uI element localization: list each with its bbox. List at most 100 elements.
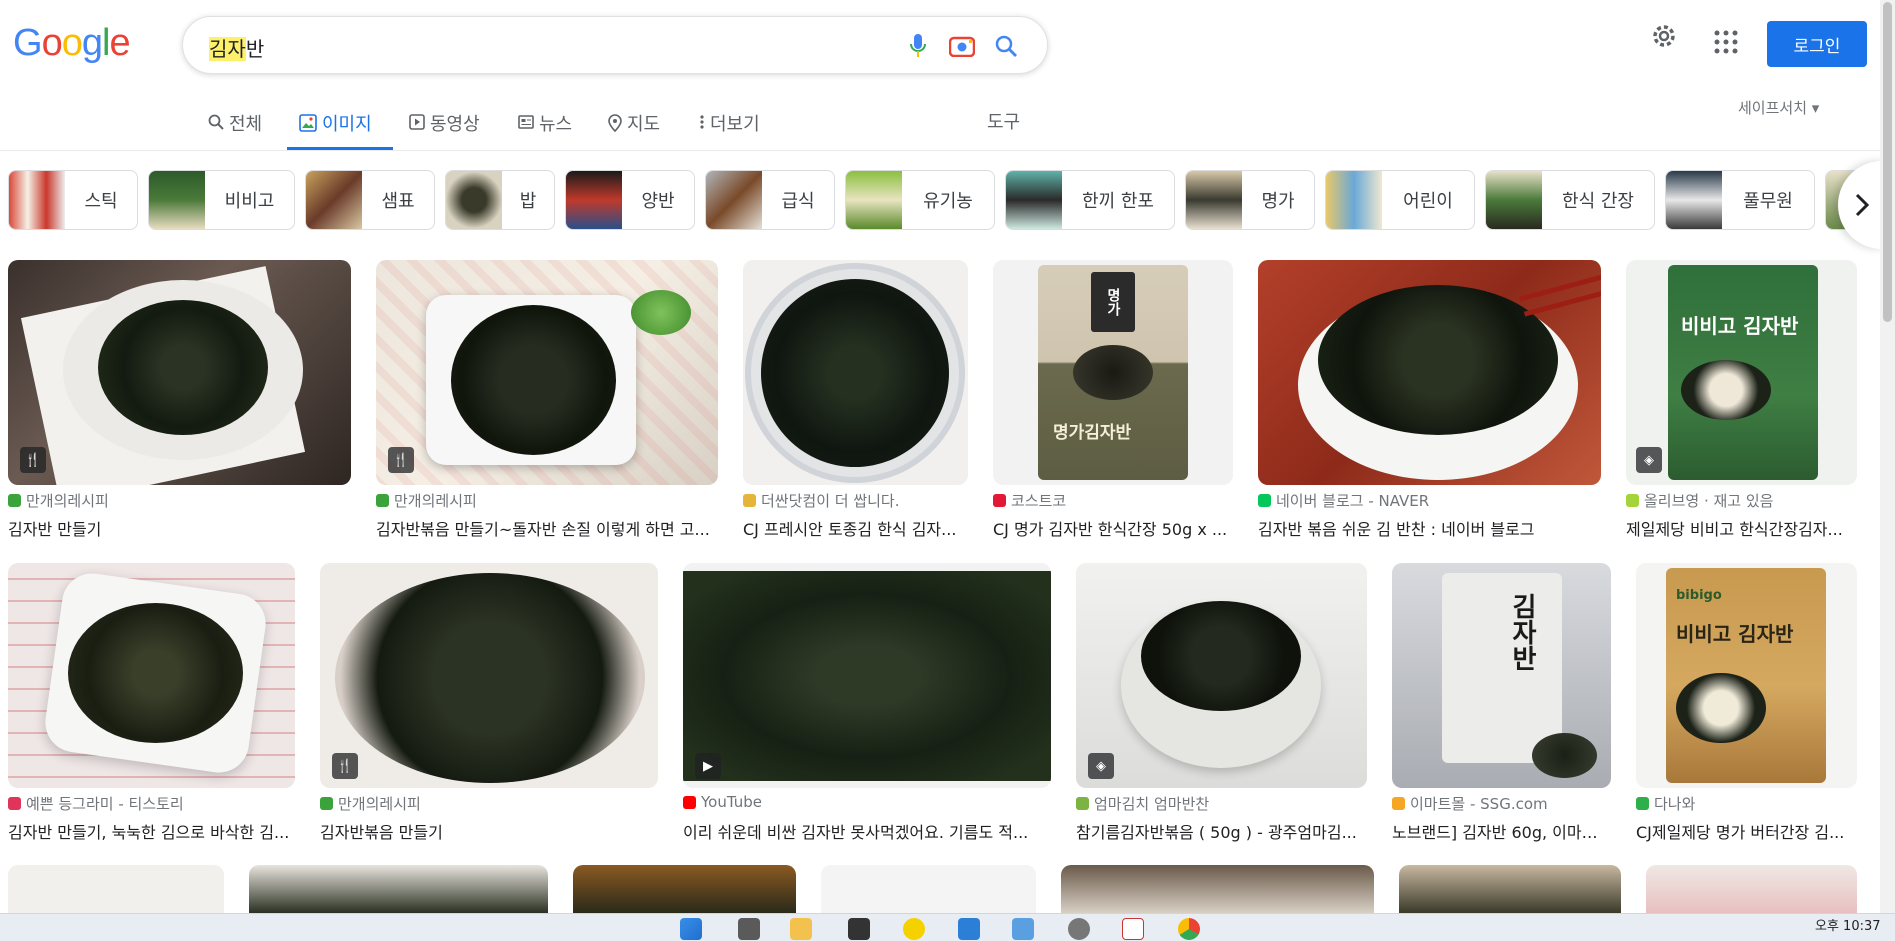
notes-icon[interactable]	[1122, 918, 1144, 940]
chip-sempio[interactable]: 샘표	[305, 170, 435, 230]
chip-rice[interactable]: 밥	[445, 170, 555, 230]
tab-more[interactable]: 더보기	[699, 110, 760, 150]
microphone-icon[interactable]	[903, 31, 933, 61]
vscode-icon[interactable]	[958, 918, 980, 940]
result-source[interactable]: 코스트코	[993, 490, 1066, 511]
scrollbar-thumb[interactable]	[1883, 2, 1892, 322]
tab-news[interactable]: 뉴스	[518, 110, 572, 150]
chip-korean-soy[interactable]: 한식 간장	[1485, 170, 1655, 230]
result-image[interactable]: 🍴	[376, 260, 718, 485]
tab-images[interactable]: 이미지	[287, 110, 393, 150]
result-image[interactable]: ▶	[683, 563, 1051, 788]
header-divider	[0, 150, 1880, 151]
result-title[interactable]: CJ 명가 김자반 한식간장 50g x ...	[993, 516, 1233, 540]
recipe-badge-icon: 🍴	[332, 753, 358, 779]
result-title[interactable]: 노브랜드] 김자반 60g, 이마트...	[1392, 819, 1611, 843]
result-image[interactable]: 비비고 김자반 ◈	[1626, 260, 1857, 485]
file-explorer-icon[interactable]	[790, 918, 812, 940]
chip-single-serve[interactable]: 한끼 한포	[1005, 170, 1175, 230]
result-image[interactable]	[8, 865, 224, 913]
calculator-icon[interactable]	[1012, 918, 1034, 940]
chip-thumbnail	[706, 171, 762, 229]
result-source[interactable]: 올리브영 · 재고 있음	[1626, 490, 1773, 511]
result-title[interactable]: CJ제일제당 명가 버터간장 김...	[1636, 819, 1857, 843]
search-icon[interactable]	[991, 31, 1021, 61]
result-image[interactable]: 🍴	[8, 260, 351, 485]
seaweed-pile	[1141, 601, 1301, 711]
result-image[interactable]	[573, 865, 796, 913]
result-image[interactable]: 🍴	[320, 563, 658, 788]
app-icon[interactable]	[903, 918, 925, 940]
result-title[interactable]: 김자반볶음 만들기~돌자반 손질 이렇게 하면 고...	[376, 516, 718, 540]
header: Google 김자반 로그인	[0, 0, 1880, 95]
result-image[interactable]: ◈	[1076, 563, 1367, 788]
result-image[interactable]	[1061, 865, 1374, 913]
chip-thumbnail	[566, 171, 622, 229]
scrollbar[interactable]	[1880, 0, 1895, 941]
seaweed-pile	[335, 573, 645, 783]
result-image[interactable]	[249, 865, 548, 913]
product-tag-icon: ◈	[1636, 447, 1662, 473]
chip-pulmuone[interactable]: 풀무원	[1665, 170, 1815, 230]
chip-yangban[interactable]: 양반	[565, 170, 695, 230]
google-logo[interactable]: Google	[13, 22, 131, 65]
chip-organic[interactable]: 유기농	[845, 170, 995, 230]
result-source[interactable]: 예쁜 등그라미 - 티스토리	[8, 793, 184, 814]
tab-maps[interactable]: 지도	[608, 110, 660, 150]
search-input[interactable]: 김자반	[209, 33, 264, 62]
result-image[interactable]	[1258, 260, 1601, 485]
result-image[interactable]	[8, 563, 295, 788]
result-image[interactable]: 명가 명가김자반	[993, 260, 1233, 485]
result-title[interactable]: 제일제당 비비고 한식간장김자...	[1626, 516, 1857, 540]
favicon-icon	[993, 494, 1006, 507]
result-source[interactable]: 네이버 블로그 - NAVER	[1258, 490, 1429, 511]
bowl-shape	[1073, 345, 1153, 400]
result-source[interactable]: 이마트몰 - SSG.com	[1392, 793, 1548, 814]
tools-button[interactable]: 도구	[987, 108, 1020, 134]
windows-start-icon[interactable]	[680, 918, 702, 940]
result-title[interactable]: 김자반 볶음 쉬운 김 반찬 : 네이버 블로그	[1258, 516, 1601, 540]
result-source[interactable]: 만개의레시피	[8, 490, 109, 511]
safesearch-dropdown[interactable]: 세이프서치 ▾	[1738, 97, 1819, 118]
chip-school-meal[interactable]: 급식	[705, 170, 835, 230]
seaweed-pile	[98, 300, 268, 435]
result-source[interactable]: 더싼닷컴이 더 쌉니다.	[743, 490, 900, 511]
terminal-icon[interactable]	[848, 918, 870, 940]
chip-kids[interactable]: 어린이	[1325, 170, 1475, 230]
result-image[interactable]: 김자반	[1392, 563, 1611, 788]
camera-icon[interactable]	[947, 31, 977, 61]
result-source[interactable]: 만개의레시피	[376, 490, 477, 511]
video-play-badge-icon: ▶	[695, 753, 721, 779]
chip-bibigo[interactable]: 비비고	[148, 170, 295, 230]
result-title[interactable]: 참기름김자반볶음 ( 50g ) - 광주엄마김...	[1076, 819, 1367, 843]
result-image[interactable]	[743, 260, 968, 485]
bowl-shape	[1676, 673, 1766, 743]
result-title[interactable]: 김자반볶음 만들기	[320, 819, 658, 843]
chip-thumbnail	[1666, 171, 1722, 229]
result-image[interactable]	[1646, 865, 1857, 913]
result-title[interactable]: 김자반 만들기, 눅눅한 김으로 바삭한 김...	[8, 819, 295, 843]
apps-grid-icon[interactable]	[1714, 30, 1738, 58]
task-view-icon[interactable]	[738, 918, 760, 940]
app-icon[interactable]	[1068, 918, 1090, 940]
chip-myungga[interactable]: 명가	[1185, 170, 1315, 230]
chip-stick[interactable]: 스틱	[8, 170, 138, 230]
result-image[interactable]	[1399, 865, 1621, 913]
settings-gear-icon[interactable]	[1650, 22, 1678, 54]
chrome-icon[interactable]	[1178, 918, 1200, 940]
result-source[interactable]: 엄마김치 엄마반찬	[1076, 793, 1209, 814]
seaweed-pile	[451, 305, 616, 455]
result-title[interactable]: 이리 쉬운데 비싼 김자반 못사먹겠어요. 기름도 적...	[683, 819, 1051, 843]
result-image[interactable]: bibigo 비비고 김자반	[1636, 563, 1857, 788]
tab-videos[interactable]: 동영상	[409, 110, 480, 150]
login-button[interactable]: 로그인	[1767, 21, 1867, 67]
search-box[interactable]: 김자반	[182, 16, 1048, 74]
result-title[interactable]: 김자반 만들기	[8, 516, 351, 540]
result-source[interactable]: 다나와	[1636, 793, 1695, 814]
result-source[interactable]: 만개의레시피	[320, 793, 421, 814]
result-title[interactable]: CJ 프레시안 토종김 한식 김자...	[743, 516, 968, 540]
image-icon	[299, 114, 317, 132]
result-source[interactable]: YouTube	[683, 793, 762, 811]
tab-all[interactable]: 전체	[208, 110, 262, 150]
result-image[interactable]	[821, 865, 1036, 913]
